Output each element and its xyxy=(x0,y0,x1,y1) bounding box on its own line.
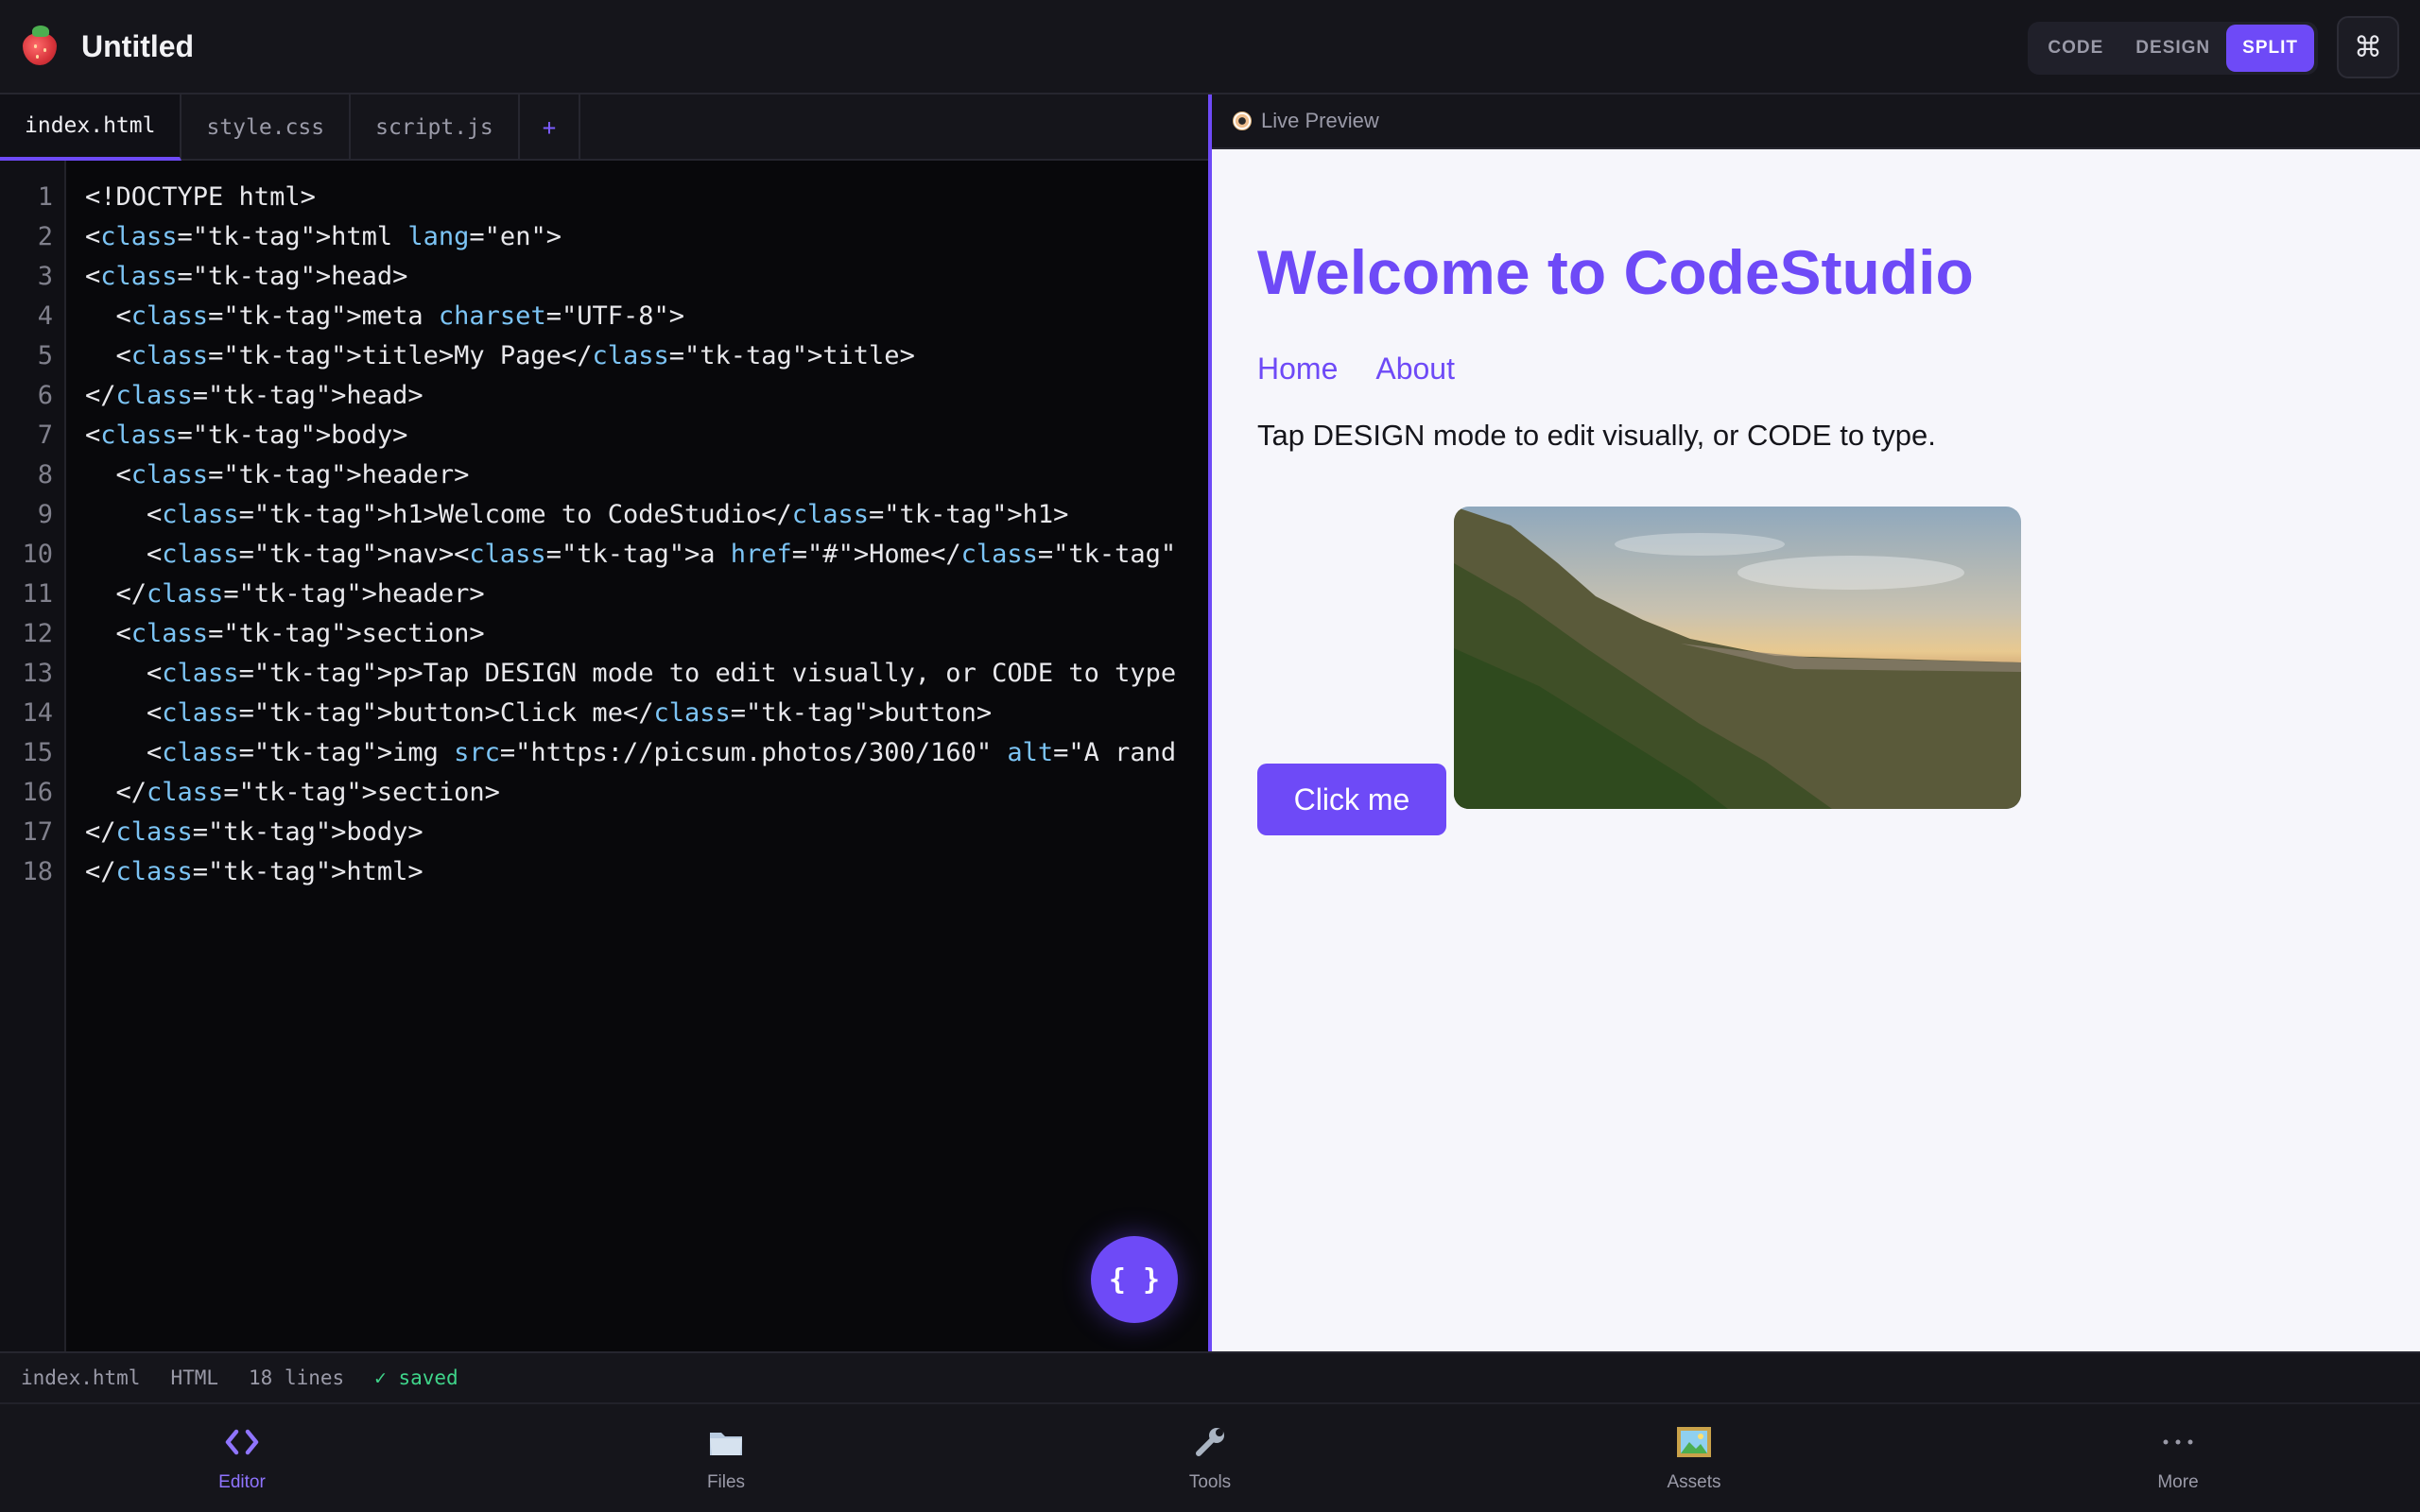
preview-header: Live Preview xyxy=(1212,94,2420,149)
status-line-count: 18 lines xyxy=(249,1366,345,1389)
braces-icon: { } xyxy=(1108,1263,1161,1297)
folder-icon xyxy=(707,1423,745,1461)
app-title: Untitled xyxy=(81,28,195,63)
add-tab-button[interactable]: + xyxy=(520,94,581,161)
preview-nav-about-link[interactable]: About xyxy=(1375,352,1455,387)
mode-design-button[interactable]: DESIGN xyxy=(2119,25,2226,72)
nav-editor[interactable]: Editor xyxy=(0,1404,484,1512)
line-number: 1 xyxy=(37,182,53,212)
code-line: </class="tk-tag">html> xyxy=(85,857,424,886)
line-number: 7 xyxy=(37,421,53,450)
code-line: <class="tk-tag">section> xyxy=(85,619,485,648)
preview-pane: Live Preview Welcome to CodeStudio Home … xyxy=(1212,94,2420,1351)
status-saved: ✓ saved xyxy=(374,1366,458,1389)
line-number: 3 xyxy=(37,262,53,291)
preview-heading: Welcome to CodeStudio xyxy=(1257,237,1974,307)
tab-style-css[interactable]: style.css xyxy=(182,94,352,161)
status-file: index.html xyxy=(21,1366,141,1389)
line-number: 16 xyxy=(22,778,53,807)
line-number: 8 xyxy=(37,460,53,490)
preview-paragraph: Tap DESIGN mode to edit visually, or COD… xyxy=(1257,419,1936,452)
code-line: <class="tk-tag">head> xyxy=(85,262,408,291)
tab-index-html[interactable]: index.html xyxy=(0,94,182,161)
code-line: <class="tk-tag">meta charset="UTF-8"> xyxy=(85,301,685,331)
line-number: 18 xyxy=(22,857,53,886)
preview-nav-home-link[interactable]: Home xyxy=(1257,352,1338,387)
nav-more[interactable]: More xyxy=(1936,1404,2420,1512)
nav-assets[interactable]: Assets xyxy=(1452,1404,1936,1512)
code-line: <!DOCTYPE html> xyxy=(85,182,316,212)
preview-header-label: Live Preview xyxy=(1261,109,1379,132)
command-icon: ⌘ xyxy=(2354,30,2382,64)
code-editor[interactable]: <!DOCTYPE html> <class="tk-tag">html lang… xyxy=(66,161,1176,1351)
code-line: <class="tk-tag">title>My Page</class="tk… xyxy=(85,341,915,370)
code-line: </class="tk-tag">body> xyxy=(85,817,424,847)
strawberry-logo-icon xyxy=(21,26,59,67)
nav-tools[interactable]: Tools xyxy=(968,1404,1452,1512)
code-line: <class="tk-tag">img src="https://picsum.… xyxy=(85,738,1177,767)
tab-script-js[interactable]: script.js xyxy=(351,94,520,161)
status-bar: index.html HTML 18 lines ✓ saved xyxy=(0,1351,2420,1402)
preview-media-row: Click me xyxy=(1257,507,2021,835)
code-line: <class="tk-tag">html lang="en"> xyxy=(85,222,562,251)
ellipsis-icon xyxy=(2159,1423,2197,1461)
line-number: 6 xyxy=(37,381,53,410)
code-line: </class="tk-tag">head> xyxy=(85,381,424,410)
eye-icon xyxy=(1233,112,1252,130)
editor-pane: index.html style.css script.js + 1234567891… xyxy=(0,94,1208,1351)
preview-content: Welcome to CodeStudio Home About Tap DES… xyxy=(1212,236,2420,453)
line-number: 9 xyxy=(37,500,53,529)
bottom-nav: Editor Files Tools Assets More xyxy=(0,1402,2420,1512)
preview-landscape-image xyxy=(1454,507,2021,809)
wrench-icon xyxy=(1191,1423,1229,1461)
line-number-gutter: 1 2 3 4 5 6 7 8 9 10 11 12 13 14 15 16 17 18 xyxy=(0,161,66,1351)
file-tabs: index.html style.css script.js + xyxy=(0,94,1208,161)
code-brackets-icon xyxy=(223,1423,261,1461)
line-number: 14 xyxy=(22,698,53,728)
line-number: 4 xyxy=(37,301,53,331)
format-code-button[interactable]: { } xyxy=(1091,1236,1178,1323)
command-palette-button[interactable]: ⌘ xyxy=(2337,16,2399,78)
line-number: 17 xyxy=(22,817,53,847)
code-line: <class="tk-tag">nav><class="tk-tag">a hr… xyxy=(85,540,1177,569)
preview-click-button[interactable]: Click me xyxy=(1257,764,1446,835)
line-number: 11 xyxy=(22,579,53,609)
line-number: 13 xyxy=(22,659,53,688)
line-number: 5 xyxy=(37,341,53,370)
status-language: HTML xyxy=(170,1366,219,1389)
line-number: 2 xyxy=(37,222,53,251)
mode-switcher: CODE DESIGN SPLIT xyxy=(2028,22,2318,75)
picture-icon xyxy=(1675,1423,1713,1461)
mode-code-button[interactable]: CODE xyxy=(2031,25,2119,72)
code-line: <class="tk-tag">h1>Welcome to CodeStudio… xyxy=(85,500,1069,529)
code-area[interactable]: 1 2 3 4 5 6 7 8 9 10 11 12 13 14 15 16 17 18 <!DOCTYPE ht… xyxy=(0,161,1208,1351)
line-number: 12 xyxy=(22,619,53,648)
code-line: </class="tk-tag">header> xyxy=(85,579,485,609)
code-line: <class="tk-tag">body> xyxy=(85,421,408,450)
code-line: </class="tk-tag">section> xyxy=(85,778,500,807)
top-bar: Untitled CODE DESIGN SPLIT ⌘ xyxy=(0,0,2420,94)
nav-files[interactable]: Files xyxy=(484,1404,968,1512)
code-line: <class="tk-tag">header> xyxy=(85,460,470,490)
code-line: <class="tk-tag">p>Tap DESIGN mode to edi… xyxy=(85,659,1177,688)
mode-split-button[interactable]: SPLIT xyxy=(2226,25,2314,72)
preview-nav: Home About xyxy=(1257,352,2420,387)
line-number: 10 xyxy=(22,540,53,569)
line-number: 15 xyxy=(22,738,53,767)
code-line: <class="tk-tag">button>Click me</class="… xyxy=(85,698,993,728)
